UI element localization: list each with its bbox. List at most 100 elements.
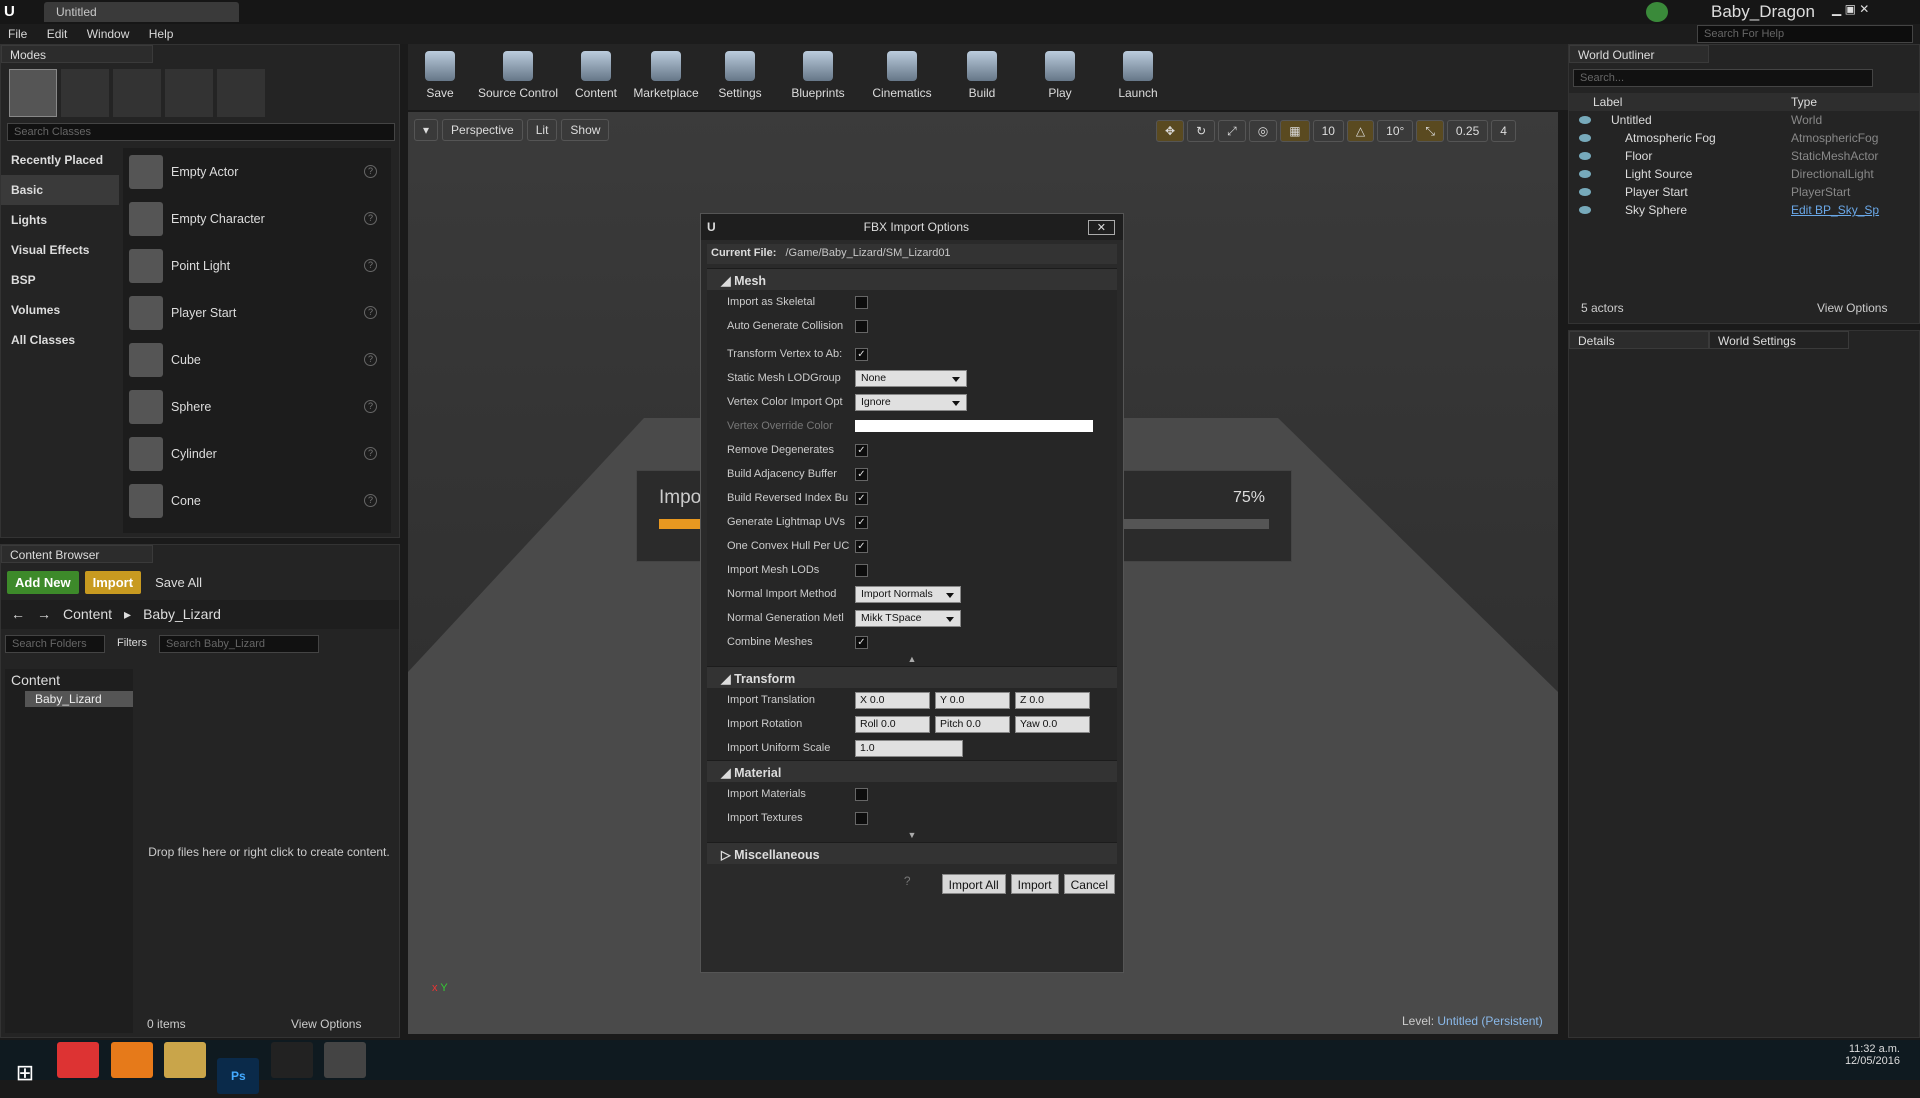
camera-speed-button[interactable]: 4 [1491, 120, 1516, 142]
import-button[interactable]: Import [84, 571, 142, 594]
cancel-button[interactable]: Cancel [1063, 874, 1115, 894]
tree-item-baby-lizard[interactable]: Baby_Lizard [25, 691, 133, 707]
help-icon[interactable]: ? [364, 400, 377, 413]
grid-snap-icon[interactable]: ▦ [1280, 120, 1310, 142]
scale-snap-value[interactable]: 0.25 [1446, 120, 1489, 142]
option-checkbox[interactable]: ✓ [855, 539, 868, 553]
list-item[interactable]: Cube? [123, 336, 391, 383]
option-dropdown[interactable]: Mikk TSpace [855, 609, 961, 627]
notification-icon[interactable] [1646, 2, 1668, 22]
option-checkbox[interactable]: ✓ [855, 467, 868, 481]
list-item[interactable]: Cylinder? [123, 430, 391, 477]
visibility-eye-icon[interactable] [1579, 152, 1591, 160]
option-checkbox[interactable] [855, 319, 868, 333]
option-checkbox[interactable]: ✓ [855, 635, 868, 649]
foliage-mode-icon[interactable] [165, 69, 213, 117]
option-checkbox[interactable]: ✓ [855, 443, 868, 457]
scale-icon[interactable]: ⤢ [1218, 120, 1246, 142]
outliner-row[interactable]: Atmospheric Fog AtmosphericFog [1569, 129, 1919, 147]
category-recently-placed[interactable]: Recently Placed [1, 145, 119, 175]
option-dropdown[interactable]: None [855, 369, 967, 387]
transform-section-header[interactable]: ◢ Transform [707, 666, 1117, 688]
content-toolbar-button[interactable]: Content [564, 44, 628, 106]
option-dropdown[interactable]: Ignore [855, 393, 967, 411]
perspective-button[interactable]: Perspective [442, 119, 523, 141]
import-dialog-button[interactable]: Import [1010, 874, 1059, 894]
document-tab[interactable]: Untitled [44, 2, 239, 22]
launch-button[interactable]: Launch [1100, 44, 1176, 106]
menu-file[interactable]: File [0, 24, 35, 44]
save-all-button[interactable]: Save All [147, 571, 210, 594]
menu-help[interactable]: Help [141, 24, 182, 44]
help-icon[interactable]: ? [364, 259, 377, 272]
list-item[interactable]: Sphere? [123, 383, 391, 430]
file-explorer-icon[interactable] [164, 1042, 207, 1078]
help-icon[interactable]: ? [364, 306, 377, 319]
forward-icon[interactable]: → [37, 606, 51, 623]
tab-details[interactable]: Details [1569, 331, 1709, 349]
grid-snap-value[interactable]: 10 [1312, 120, 1344, 142]
outliner-row[interactable]: Sky Sphere Edit BP_Sky_Sp [1569, 201, 1919, 219]
category-volumes[interactable]: Volumes [1, 295, 119, 325]
play-button[interactable]: Play [1020, 44, 1100, 106]
scroll-down-icon[interactable]: ▼ [707, 830, 1117, 842]
chrome-icon[interactable] [57, 1042, 100, 1078]
material-section-header[interactable]: ◢ Material [707, 760, 1117, 782]
option-dropdown[interactable]: Import Normals [855, 585, 961, 603]
tree-root[interactable]: Content [5, 669, 133, 691]
rotate-icon[interactable]: ↻ [1187, 120, 1216, 142]
help-icon[interactable]: ? [904, 874, 911, 894]
menu-window[interactable]: Window [79, 24, 138, 44]
show-button[interactable]: Show [561, 119, 610, 141]
back-icon[interactable]: ← [11, 606, 25, 623]
import-textures-checkbox[interactable] [855, 811, 868, 825]
list-item[interactable]: Cone? [123, 477, 391, 524]
unreal-editor-icon[interactable] [324, 1042, 367, 1078]
rotation-snap-value[interactable]: 10° [1377, 120, 1414, 142]
outliner-row[interactable]: Player Start PlayerStart [1569, 183, 1919, 201]
add-new-button[interactable]: Add New [7, 571, 79, 594]
visibility-eye-icon[interactable] [1579, 188, 1591, 196]
breadcrumb-baby-lizard[interactable]: Baby_Lizard [143, 606, 221, 623]
list-item[interactable]: Player Start? [123, 289, 391, 336]
menu-edit[interactable]: Edit [39, 24, 76, 44]
world-outliner-tab[interactable]: World Outliner [1569, 45, 1709, 63]
outliner-row[interactable]: Untitled World [1569, 111, 1919, 129]
help-icon[interactable]: ? [364, 353, 377, 366]
help-icon[interactable]: ? [364, 212, 377, 225]
category-basic[interactable]: Basic [1, 175, 119, 205]
option-checkbox[interactable]: ✓ [855, 491, 868, 505]
outliner-view-options[interactable]: View Options [1817, 301, 1887, 315]
misc-section-header[interactable]: ▷ Miscellaneous [707, 842, 1117, 864]
landscape-mode-icon[interactable] [113, 69, 161, 117]
visibility-eye-icon[interactable] [1579, 206, 1591, 214]
modes-tab[interactable]: Modes [1, 45, 153, 63]
source-control-button[interactable]: Source Control [472, 44, 564, 106]
filters-button[interactable]: Filters [111, 635, 153, 653]
translate-icon[interactable]: ✥ [1156, 120, 1185, 142]
rotation-snap-icon[interactable]: △ [1346, 120, 1375, 142]
breadcrumb-content[interactable]: Content [63, 606, 112, 623]
lit-button[interactable]: Lit [526, 119, 558, 141]
category-bsp[interactable]: BSP [1, 265, 119, 295]
search-classes-input[interactable]: Search Classes [7, 123, 395, 141]
visibility-eye-icon[interactable] [1579, 134, 1591, 142]
import-materials-checkbox[interactable] [855, 787, 868, 801]
outliner-row[interactable]: Floor StaticMeshActor [1569, 147, 1919, 165]
help-icon[interactable]: ? [364, 447, 377, 460]
outliner-search-input[interactable]: Search... [1573, 69, 1873, 87]
visibility-eye-icon[interactable] [1579, 116, 1591, 124]
scroll-up-icon[interactable]: ▲ [707, 654, 1117, 666]
world-icon[interactable]: ◎ [1248, 120, 1278, 142]
firefox-icon[interactable] [110, 1042, 153, 1078]
cinematics-button[interactable]: Cinematics [860, 44, 944, 106]
import-all-button[interactable]: Import All [941, 874, 1006, 894]
help-search-input[interactable]: Search For Help [1697, 25, 1913, 43]
help-icon[interactable]: ? [364, 165, 377, 178]
settings-button[interactable]: Settings [704, 44, 776, 106]
list-item[interactable]: Point Light? [123, 242, 391, 289]
mesh-section-header[interactable]: ◢ Mesh [707, 268, 1117, 290]
option-checkbox[interactable] [855, 563, 868, 577]
list-item[interactable]: Empty Character? [123, 195, 391, 242]
paint-mode-icon[interactable] [61, 69, 109, 117]
